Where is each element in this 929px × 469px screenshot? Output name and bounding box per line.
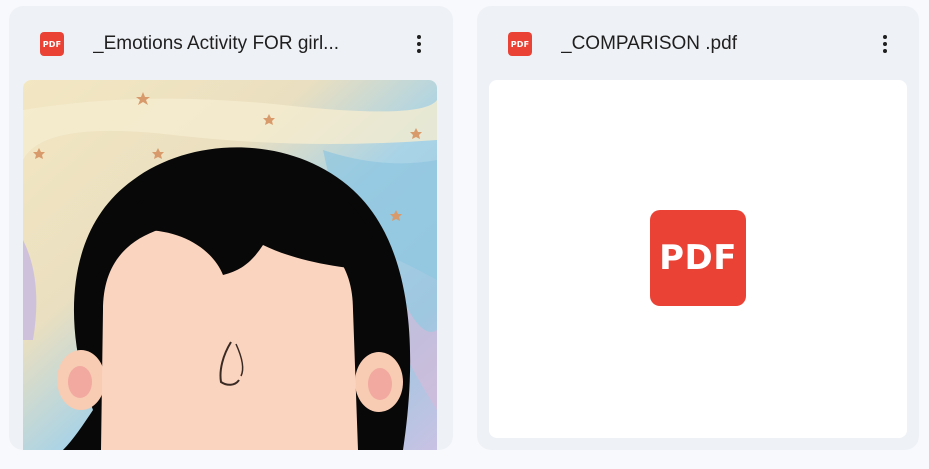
file-name[interactable]: _COMPARISON .pdf bbox=[561, 30, 851, 58]
file-card-header: PDF _COMPARISON .pdf bbox=[477, 6, 919, 80]
file-card[interactable]: PDF _COMPARISON .pdf PDF bbox=[477, 6, 919, 450]
file-thumbnail[interactable] bbox=[23, 80, 437, 450]
file-card[interactable]: PDF _Emotions Activity FOR girl... bbox=[9, 6, 453, 450]
file-card-header: PDF _Emotions Activity FOR girl... bbox=[9, 6, 453, 80]
pdf-icon: PDF bbox=[508, 32, 532, 56]
more-vert-icon bbox=[417, 35, 421, 39]
more-actions-button[interactable] bbox=[407, 28, 431, 60]
file-grid: PDF _Emotions Activity FOR girl... PDF _… bbox=[0, 0, 929, 469]
pdf-icon: PDF bbox=[40, 32, 64, 56]
pdf-icon-label: PDF bbox=[510, 39, 530, 49]
more-vert-icon bbox=[883, 35, 887, 39]
file-name[interactable]: _Emotions Activity FOR girl... bbox=[93, 30, 383, 58]
pdf-preview-icon: PDF bbox=[650, 210, 746, 306]
more-actions-button[interactable] bbox=[873, 28, 897, 60]
pdf-icon-label: PDF bbox=[42, 39, 62, 49]
file-thumbnail[interactable]: PDF bbox=[489, 80, 907, 438]
thumbnail-image bbox=[23, 80, 437, 450]
pdf-preview-icon-label: PDF bbox=[659, 238, 737, 278]
